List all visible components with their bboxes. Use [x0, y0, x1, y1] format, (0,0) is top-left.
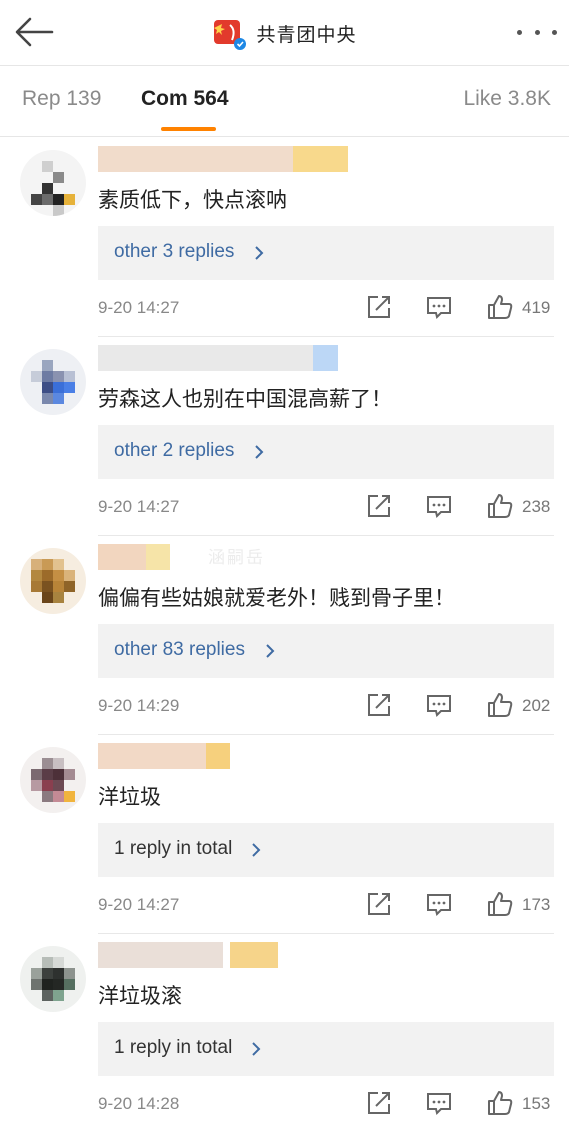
thumbs-up-icon[interactable] [487, 692, 513, 718]
like-count: 419 [522, 298, 551, 317]
chevron-right-icon [255, 445, 264, 459]
tab-bar: Rep 139 Com 564 Like 3.8K [0, 67, 569, 137]
comment-icon[interactable] [426, 294, 452, 320]
timestamp: 9-20 14:28 [98, 1094, 180, 1113]
comment-icon[interactable] [426, 493, 452, 519]
like-count: 153 [522, 1094, 551, 1113]
username-blurred[interactable] [98, 544, 348, 570]
comment-text: 劳森这人也别在中国混高薪了！ [98, 387, 392, 411]
comment-text: 素质低下，快点滚呐 [98, 188, 287, 212]
share-icon[interactable] [366, 891, 392, 917]
verified-badge-icon [234, 38, 247, 50]
share-icon[interactable] [366, 294, 392, 320]
active-tab-indicator [161, 127, 216, 131]
replies-label: other 3 replies [114, 241, 235, 262]
account-avatar[interactable] [212, 16, 247, 50]
replies-link[interactable]: other 83 replies [98, 624, 554, 678]
replies-label: other 2 replies [114, 440, 235, 461]
share-icon[interactable] [366, 1090, 392, 1116]
title-area: 共青团中央 [0, 14, 569, 52]
chevron-right-icon [252, 1042, 261, 1056]
comment-icon[interactable] [426, 1090, 452, 1116]
flag-logo-icon [214, 20, 247, 50]
username-blurred[interactable] [98, 942, 348, 968]
replies-label: other 83 replies [114, 639, 245, 660]
tab-reposts[interactable]: Rep 139 [22, 87, 101, 111]
replies-link[interactable]: other 2 replies [98, 425, 554, 479]
timestamp: 9-20 14:27 [98, 298, 180, 317]
comment-text: 洋垃圾 [98, 785, 161, 809]
chevron-right-icon [255, 246, 264, 260]
more-dots-icon [517, 29, 522, 35]
like-count: 173 [522, 895, 551, 914]
like-count: 238 [522, 497, 551, 516]
comment-item: 洋垃圾 1 reply in total 9-20 14:27 173 [0, 735, 569, 934]
thumbs-up-icon[interactable] [487, 294, 513, 320]
comment-item: 素质低下，快点滚呐 other 3 replies 9-20 14:27 419 [0, 138, 569, 337]
timestamp: 9-20 14:27 [98, 497, 180, 516]
comment-item: 劳森这人也别在中国混高薪了！ other 2 replies 9-20 14:2… [0, 337, 569, 536]
tab-likes[interactable]: Like 3.8K [463, 87, 551, 111]
more-button[interactable] [517, 22, 557, 42]
avatar[interactable] [20, 349, 86, 415]
thumbs-up-icon[interactable] [487, 891, 513, 917]
share-icon[interactable] [366, 493, 392, 519]
timestamp: 9-20 14:29 [98, 696, 180, 715]
username-blurred[interactable] [98, 743, 348, 769]
chevron-right-icon [266, 644, 275, 658]
comment-text: 洋垃圾滚 [98, 984, 182, 1008]
chevron-right-icon [252, 843, 261, 857]
username-blurred[interactable] [98, 345, 348, 371]
avatar[interactable] [20, 548, 86, 614]
replies-link[interactable]: 1 reply in total [98, 1022, 554, 1076]
username-blurred[interactable] [98, 146, 348, 172]
thumbs-up-icon[interactable] [487, 1090, 513, 1116]
thumbs-up-icon[interactable] [487, 493, 513, 519]
top-bar: 共青团中央 [0, 0, 569, 66]
tab-comments[interactable]: Com 564 [141, 87, 229, 111]
replies-link[interactable]: other 3 replies [98, 226, 554, 280]
replies-link[interactable]: 1 reply in total [98, 823, 554, 877]
replies-label: 1 reply in total [114, 1037, 233, 1058]
comment-item: 洋垃圾滚 1 reply in total 9-20 14:28 153 [0, 934, 569, 1125]
comment-item: 偏偏有些姑娘就爱老外！贱到骨子里！ other 83 replies 9-20 … [0, 536, 569, 735]
page-title: 共青团中央 [256, 23, 357, 46]
avatar[interactable] [20, 946, 86, 1012]
like-count: 202 [522, 696, 551, 715]
share-icon[interactable] [366, 692, 392, 718]
avatar[interactable] [20, 150, 86, 216]
timestamp: 9-20 14:27 [98, 895, 180, 914]
replies-label: 1 reply in total [114, 838, 233, 859]
comment-text: 偏偏有些姑娘就爱老外！贱到骨子里！ [98, 586, 455, 610]
comment-icon[interactable] [426, 891, 452, 917]
avatar[interactable] [20, 747, 86, 813]
comment-icon[interactable] [426, 692, 452, 718]
